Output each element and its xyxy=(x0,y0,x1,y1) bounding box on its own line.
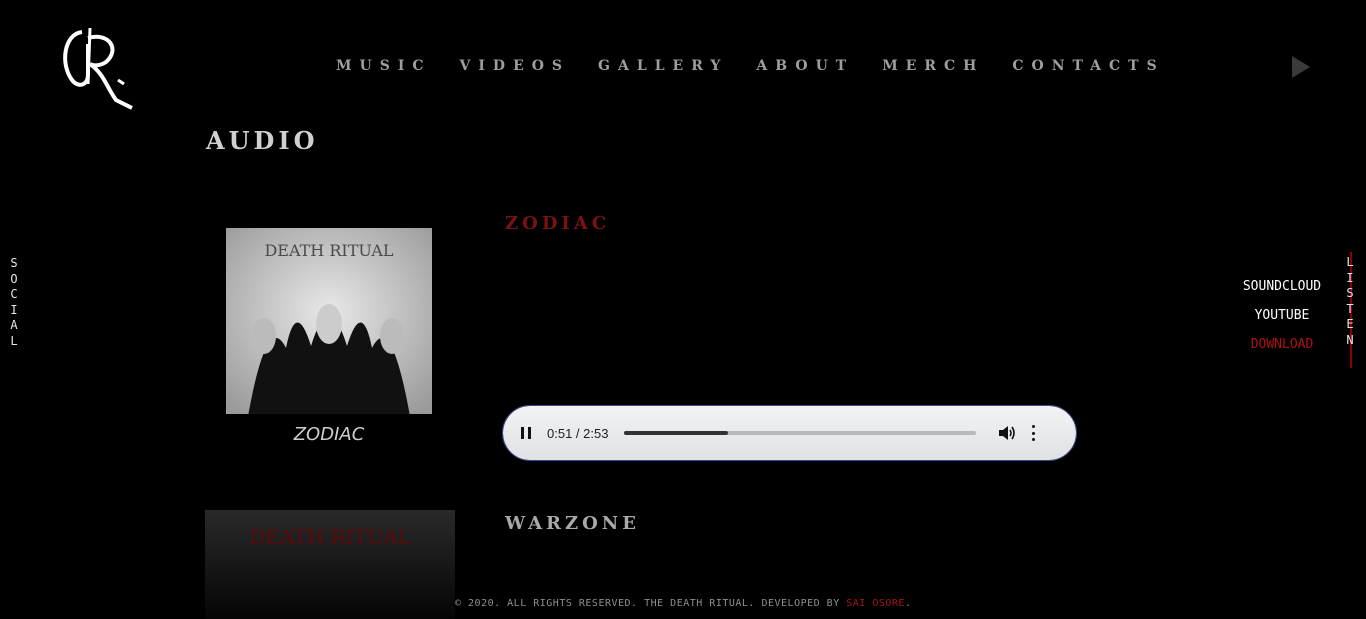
track-title-warzone: WARZONE xyxy=(505,513,640,534)
album-cover-warzone: DEATH RITUAL xyxy=(205,510,455,619)
listen-side-label[interactable]: LISTEN xyxy=(1344,255,1356,348)
social-side-label[interactable]: SOCIAL xyxy=(8,256,20,349)
nav-item-videos[interactable]: VIDEOS xyxy=(460,58,571,74)
nav-item-about[interactable]: ABOUT xyxy=(756,58,854,74)
svg-text:ZODIAC: ZODIAC xyxy=(293,424,365,445)
nav-item-merch[interactable]: MERCH xyxy=(882,58,984,74)
nav-item-music[interactable]: MUSIC xyxy=(336,58,432,74)
footer: © 2020. ALL RIGHTS RESERVED. THE DEATH R… xyxy=(455,598,911,609)
logo-icon[interactable] xyxy=(58,24,138,112)
developer-link[interactable]: SAI OSORE xyxy=(846,598,905,609)
pause-icon[interactable] xyxy=(521,427,531,439)
player-progress-bar[interactable] xyxy=(624,431,977,435)
svg-text:DEATH RITUAL: DEATH RITUAL xyxy=(264,241,393,260)
player-time: 0:51 / 2:53 xyxy=(547,425,609,441)
main-nav: MUSIC VIDEOS GALLERY ABOUT MERCH CONTACT… xyxy=(336,58,1193,74)
audio-player[interactable]: 0:51 / 2:53 xyxy=(502,405,1077,461)
player-progress-fill xyxy=(624,431,729,435)
more-options-icon[interactable] xyxy=(1032,425,1036,441)
track-title-zodiac: ZODIAC xyxy=(505,213,611,234)
volume-icon[interactable] xyxy=(998,425,1016,441)
play-icon[interactable] xyxy=(1290,54,1312,80)
nav-item-gallery[interactable]: GALLERY xyxy=(598,58,728,74)
page-title: AUDIO xyxy=(206,126,319,155)
listen-links: SOUNDCLOUD YOUTUBE DOWNLOAD xyxy=(1228,272,1336,359)
link-youtube[interactable]: YOUTUBE xyxy=(1228,301,1336,330)
link-download[interactable]: DOWNLOAD xyxy=(1228,330,1336,359)
album-cover-zodiac: DEATH RITUAL ZODIAC xyxy=(226,228,432,453)
footer-copyright: © 2020. ALL RIGHTS RESERVED. THE DEATH R… xyxy=(455,598,847,609)
nav-item-contacts[interactable]: CONTACTS xyxy=(1012,58,1164,74)
footer-end: . xyxy=(904,598,912,609)
svg-text:DEATH RITUAL: DEATH RITUAL xyxy=(249,525,410,549)
link-soundcloud[interactable]: SOUNDCLOUD xyxy=(1228,272,1336,301)
